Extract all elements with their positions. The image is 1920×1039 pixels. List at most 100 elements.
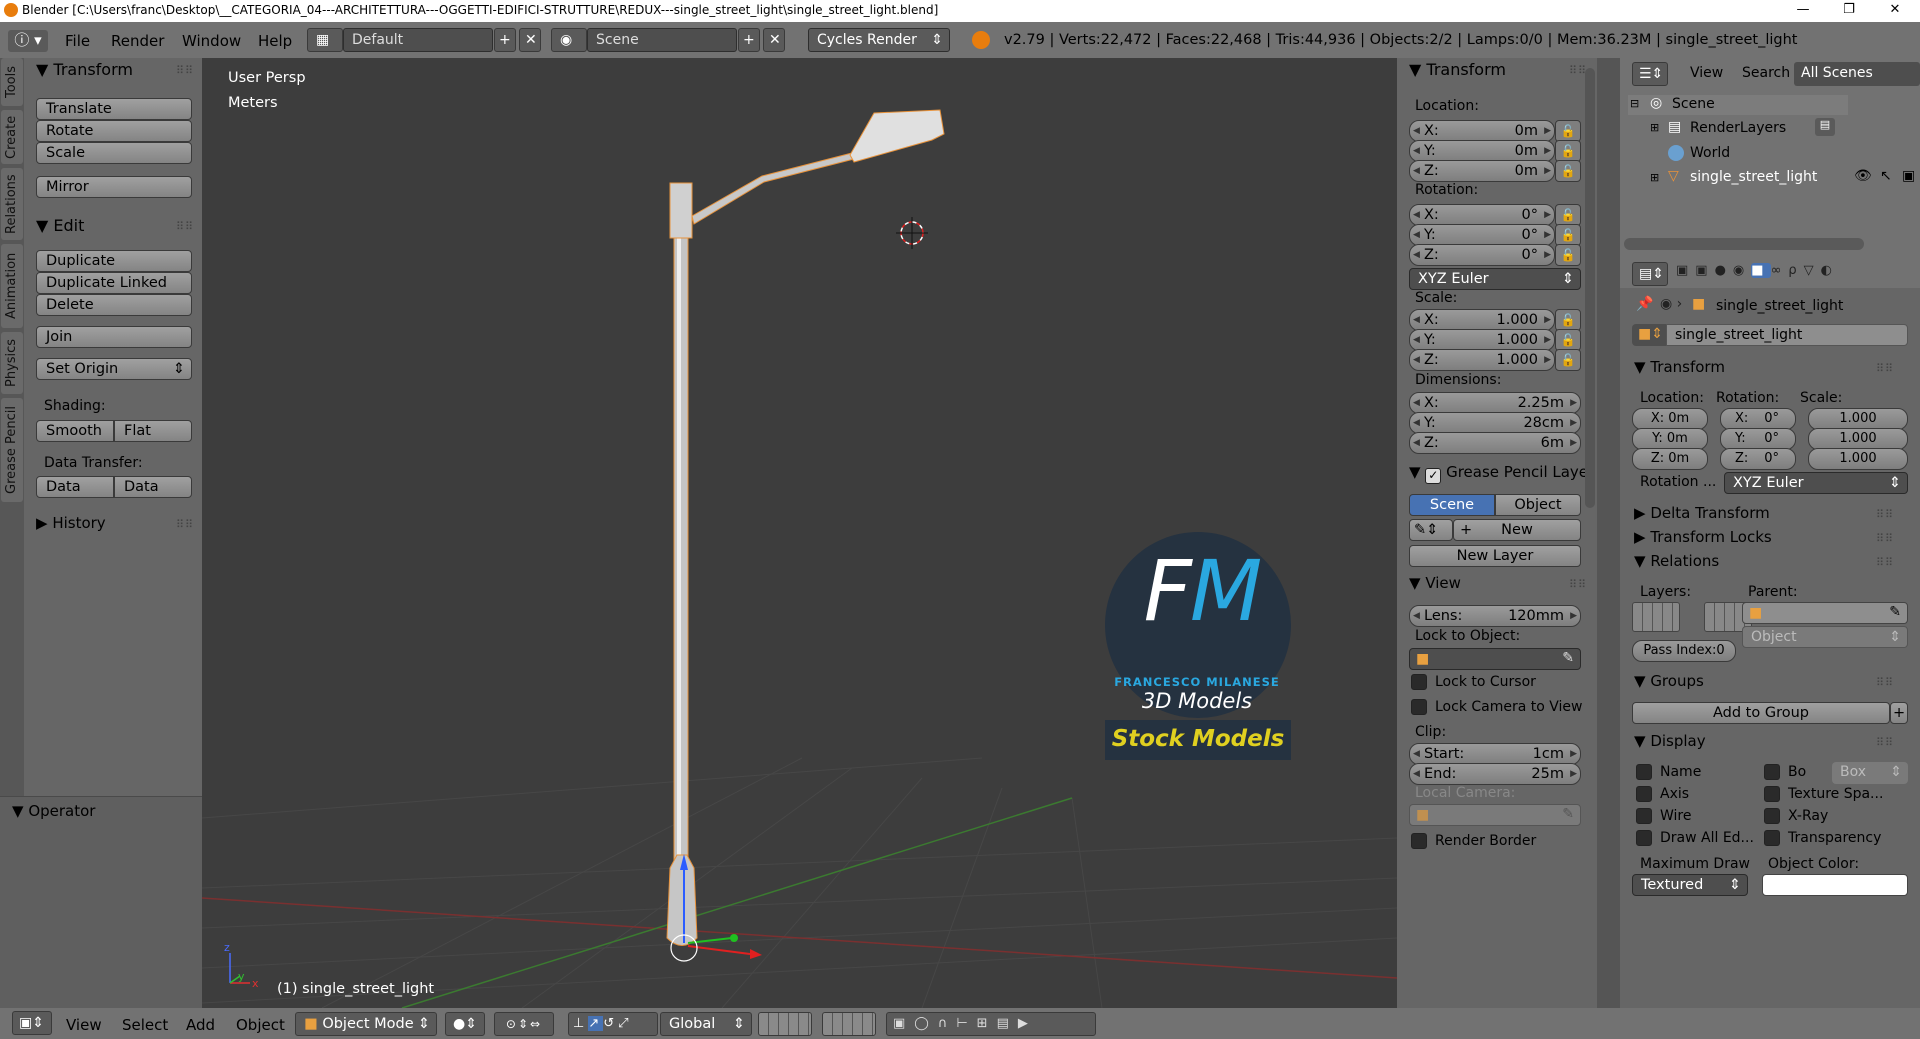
drag-grip-icon[interactable]: ⠿⠿ — [1876, 676, 1894, 689]
expand-icon[interactable]: ⊞ — [1650, 121, 1659, 134]
edit-panel-header[interactable]: ▼ Edit — [36, 216, 84, 235]
add-to-group-button[interactable]: Add to Group — [1632, 702, 1890, 724]
dimension-y-field[interactable]: ◀ Y: 28cm ▶ — [1409, 412, 1581, 434]
rotation-x-field[interactable]: ◀ X: 0° ▶ — [1409, 204, 1555, 226]
menu-view[interactable]: View — [1690, 65, 1723, 81]
draw-all-edges-checkbox[interactable] — [1636, 830, 1652, 846]
menu-render[interactable]: Render — [111, 32, 164, 50]
parent-field[interactable]: ■ ✎ — [1742, 602, 1908, 624]
menu-add[interactable]: Add — [186, 1016, 215, 1034]
rotate-button[interactable]: Rotate — [36, 120, 192, 142]
outliner-object[interactable]: single_street_light — [1690, 169, 1817, 185]
lock-camera-checkbox[interactable] — [1411, 699, 1427, 715]
lock-icon[interactable]: 🔓 — [1555, 120, 1581, 142]
location-y-field[interactable]: ◀ Y: 0m ▶ — [1409, 140, 1555, 162]
outliner-world[interactable]: World — [1690, 145, 1730, 161]
menu-object[interactable]: Object — [236, 1016, 285, 1034]
scale-z-field[interactable]: ◀ Z: 1.000 ▶ — [1409, 349, 1555, 371]
prop-rotation-z[interactable]: Z: 0° — [1720, 448, 1796, 470]
drag-grip-icon[interactable]: ⠿⠿ — [176, 64, 194, 77]
lock-icon[interactable]: 🔓 — [1555, 244, 1581, 266]
lock-cursor-checkbox[interactable] — [1411, 674, 1427, 690]
tab-create[interactable]: Create — [1, 110, 23, 164]
maximize-button[interactable]: ❐ — [1826, 0, 1872, 22]
new-grease-button[interactable]: + New — [1453, 519, 1581, 541]
render-layer-icon[interactable]: ▤ — [1815, 118, 1835, 136]
drag-grip-icon[interactable]: ⠿⠿ — [1876, 362, 1894, 375]
render-border-checkbox[interactable] — [1411, 833, 1427, 849]
relations-panel-header[interactable]: ▼ Relations — [1634, 552, 1719, 570]
set-origin-select[interactable]: Set Origin ⇕ — [36, 358, 192, 380]
prop-rotation-mode-select[interactable]: XYZ Euler ⇕ — [1724, 472, 1908, 494]
display-panel-header[interactable]: ▼ Display — [1634, 732, 1706, 750]
pin-icon[interactable]: 📌 — [1636, 296, 1653, 312]
prop-location-x[interactable]: X: 0m — [1632, 408, 1708, 430]
scene-field[interactable]: Scene — [587, 28, 737, 52]
scale-button[interactable]: Scale — [36, 142, 192, 164]
drag-grip-icon[interactable]: ⠿⠿ — [1876, 556, 1894, 569]
prop-rotation-y[interactable]: Y: 0° — [1720, 428, 1796, 450]
lock-icon[interactable]: 🔓 — [1555, 160, 1581, 182]
eyedropper-icon[interactable]: ✎ — [1889, 604, 1901, 620]
menu-help[interactable]: Help — [258, 32, 292, 50]
shading-select-icon[interactable]: ●⇕ — [445, 1012, 485, 1036]
context-tabs[interactable]: ▣▣●◉■∞ρ▽◐ — [1676, 263, 1920, 285]
lock-object-field[interactable]: ■ ✎ — [1409, 648, 1581, 670]
prop-location-z[interactable]: Z: 0m — [1632, 448, 1708, 470]
history-panel-header[interactable]: ▶ History — [36, 514, 106, 532]
scale-y-field[interactable]: ◀ Y: 1.000 ▶ — [1409, 329, 1555, 351]
lens-field[interactable]: ◀ Lens: 120mm ▶ — [1409, 605, 1581, 627]
operator-panel-header[interactable]: ▼ Operator — [12, 802, 95, 820]
remove-scene-icon[interactable]: ✕ — [763, 28, 785, 52]
plus-icon[interactable]: + — [1890, 702, 1908, 724]
scrollbar[interactable] — [1585, 68, 1595, 508]
add-scene-icon[interactable]: + — [738, 28, 760, 52]
grease-pencil-checkbox[interactable]: ✓ — [1425, 468, 1442, 484]
cursor-select-icon[interactable]: ↖ — [1880, 168, 1892, 184]
manipulator-icons[interactable]: ⊥↗↺⤢ — [568, 1012, 658, 1036]
axis-checkbox[interactable] — [1636, 786, 1652, 802]
display-mode-select[interactable]: All Scenes — [1794, 62, 1920, 86]
add-layout-icon[interactable]: + — [494, 28, 516, 52]
menu-file[interactable]: File — [65, 32, 90, 50]
view-tool-icons[interactable]: ▣◯∩⊢⊞▤▶ — [886, 1012, 1096, 1036]
join-button[interactable]: Join — [36, 326, 192, 348]
duplicate-linked-button[interactable]: Duplicate Linked — [36, 272, 192, 294]
flat-button[interactable]: Flat — [114, 420, 192, 442]
transform-panel-header[interactable]: ▼ Transform — [1634, 358, 1725, 376]
outliner-renderlayers[interactable]: RenderLayers — [1690, 120, 1786, 136]
tab-animation[interactable]: Animation — [1, 244, 23, 328]
transform-locks-header[interactable]: ▶ Transform Locks — [1634, 528, 1772, 546]
clip-start-field[interactable]: ◀ Start: 1cm ▶ — [1409, 743, 1581, 765]
tab-relations[interactable]: Relations — [1, 168, 23, 240]
render-engine-select[interactable]: Cycles Render ⇕ — [808, 28, 950, 52]
mode-select[interactable]: ■ Object Mode ⇕ — [295, 1012, 437, 1036]
prop-location-y[interactable]: Y: 0m — [1632, 428, 1708, 450]
name-checkbox[interactable] — [1636, 764, 1652, 780]
texture-space-checkbox[interactable] — [1764, 786, 1780, 802]
orientation-select[interactable]: Global ⇕ — [660, 1012, 752, 1036]
lock-icon[interactable]: 🔓 — [1555, 329, 1581, 351]
mirror-button[interactable]: Mirror — [36, 176, 192, 198]
grease-pencil-panel-header[interactable]: ▼ ✓ Grease Pencil Layer — [1409, 463, 1597, 484]
drag-grip-icon[interactable]: ⠿⠿ — [1876, 508, 1894, 521]
3d-viewport[interactable]: z y x User Persp Meters (1) single_stree… — [202, 58, 1397, 1008]
minimize-button[interactable]: — — [1780, 0, 1826, 22]
prop-scale-y[interactable]: 1.000 — [1808, 428, 1908, 450]
lock-icon[interactable]: 🔓 — [1555, 224, 1581, 246]
delete-button[interactable]: Delete — [36, 294, 192, 316]
drag-grip-icon[interactable]: ⠿⠿ — [1569, 578, 1587, 591]
scene-toggle-button[interactable]: Scene — [1409, 494, 1495, 516]
layer-grid-left[interactable] — [1632, 602, 1680, 632]
rotation-y-field[interactable]: ◀ Y: 0° ▶ — [1409, 224, 1555, 246]
xray-checkbox[interactable] — [1764, 808, 1780, 824]
editor-type-icon[interactable]: ☰⇕ — [1632, 62, 1668, 86]
pivot-snap-icons[interactable]: ⊙⇕⇔ — [494, 1012, 554, 1036]
drag-grip-icon[interactable]: ⠿⠿ — [176, 220, 194, 233]
bounds-checkbox[interactable] — [1764, 764, 1780, 780]
drag-grip-icon[interactable]: ⠿⠿ — [1876, 532, 1894, 545]
close-window-button[interactable]: ✕ — [1872, 0, 1918, 22]
lock-icon[interactable]: 🔓 — [1555, 204, 1581, 226]
duplicate-button[interactable]: Duplicate — [36, 250, 192, 272]
tab-tools[interactable]: Tools — [1, 58, 23, 106]
